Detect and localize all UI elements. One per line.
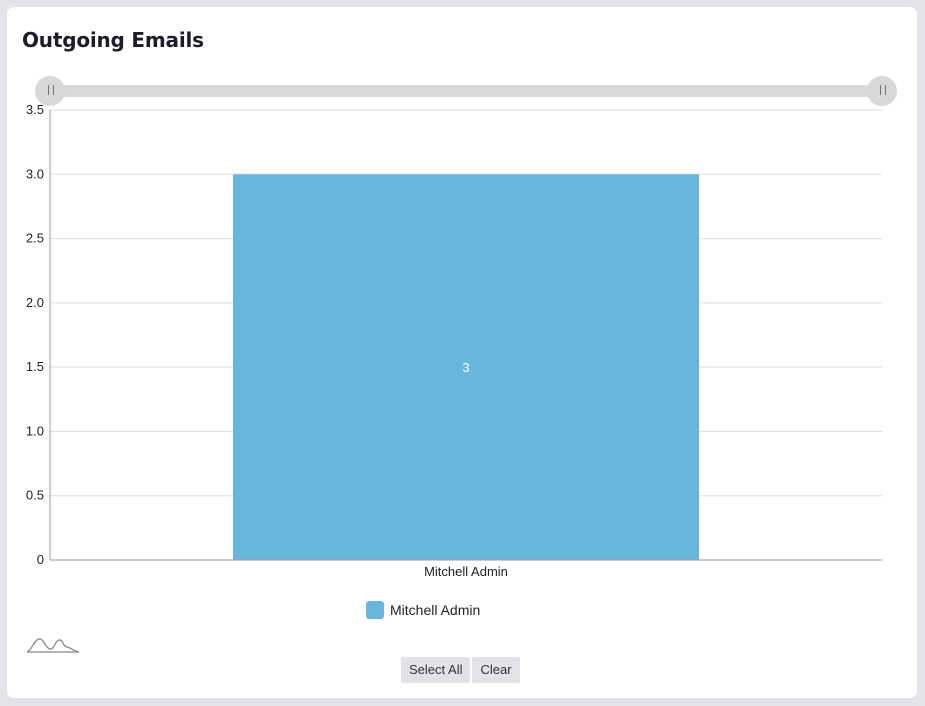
legend-label: Mitchell Admin (390, 602, 481, 618)
chart-card: Outgoing Emails 3 0 0.5 1.0 1.5 2.0 2.5 3.0 3.5… (7, 7, 917, 698)
x-tick-label: Mitchell Admin (424, 564, 508, 579)
bars: 3 (233, 174, 699, 561)
y-tick-label: 2.0 (26, 295, 44, 310)
y-tick-label: 3.5 (26, 102, 44, 117)
sparkline-icon[interactable] (26, 636, 80, 656)
legend-item[interactable]: Mitchell Admin (366, 601, 480, 619)
bar-chart: 3 0 0.5 1.0 1.5 2.0 2.5 3.0 3.5 Mitchell Admin (26, 102, 882, 579)
y-tick-label: 1.5 (26, 359, 44, 374)
y-tick-label: 0 (37, 552, 44, 567)
clear-button[interactable]: Clear (472, 657, 520, 683)
y-tick-label: 0.5 (26, 488, 44, 503)
y-tick-label: 3.0 (26, 166, 44, 181)
select-all-button[interactable]: Select All (401, 657, 471, 683)
legend-swatch (366, 601, 384, 619)
y-tick-label: 2.5 (26, 231, 44, 246)
y-tick-label: 1.0 (26, 423, 44, 438)
legend-buttons: Select All Clear (401, 657, 520, 683)
bar-data-label: 3 (462, 360, 469, 375)
